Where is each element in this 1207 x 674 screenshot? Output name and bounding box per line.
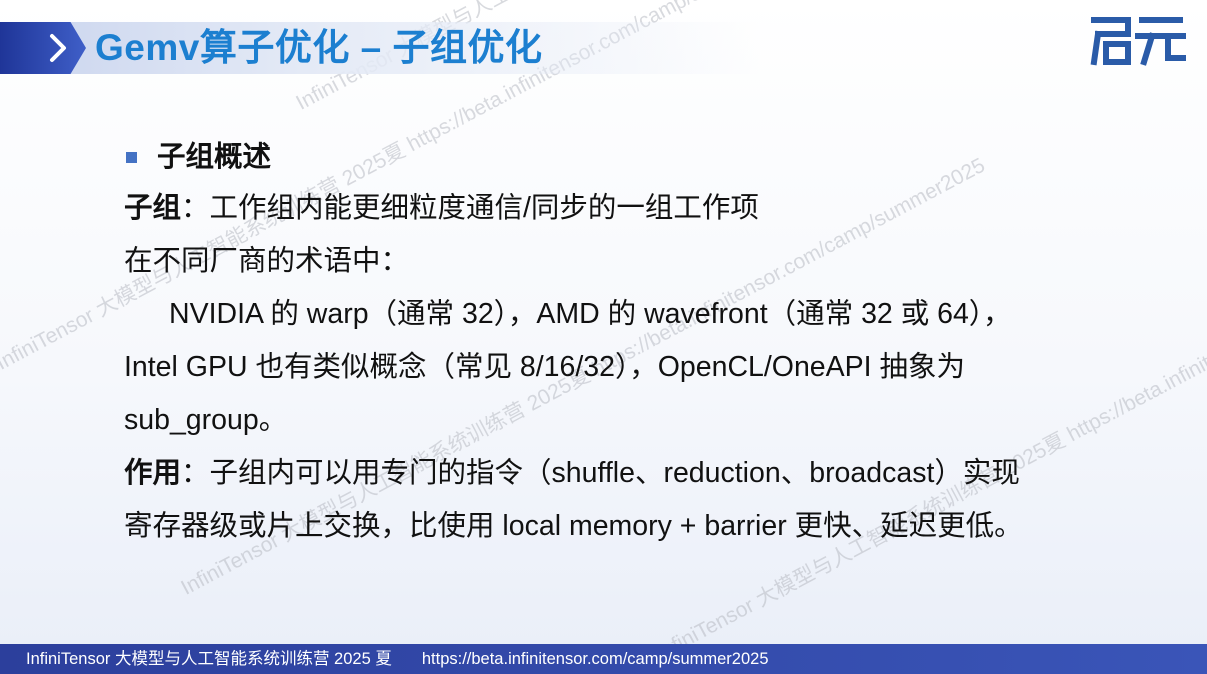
effect-line-1: 作用：子组内可以用专门的指令（shuffle、reduction、broadca… [124, 447, 1124, 500]
footer-bar: InfiniTensor 大模型与人工智能系统训练营 2025 夏 https:… [0, 644, 1207, 674]
section-heading: 子组概述 [157, 141, 272, 173]
subgroup-term: 子组 [124, 192, 182, 224]
slide-title: Gemv算子优化 – 子组优化 [95, 27, 543, 68]
qiyuan-logo [1090, 17, 1186, 66]
slide: InfiniTensor 大模型与人工智能系统训练营 2025夏 https:/… [0, 0, 1207, 674]
vendor-intro: 在不同厂商的术语中： [124, 245, 410, 277]
vendor-line-1: NVIDIA 的 warp（通常 32），AMD 的 wavefront（通常 … [169, 298, 1012, 330]
title-tab [0, 22, 86, 74]
chevron-right-icon [50, 34, 66, 62]
section-heading-row: 子组概述 [124, 132, 1124, 182]
slide-content: 子组概述 子组：工作组内能更细粒度通信/同步的一组工作项 在不同厂商的术语中： … [124, 132, 1124, 553]
vendor-line-2: Intel GPU 也有类似概念（常见 8/16/32），OpenCL/OneA… [124, 351, 966, 383]
bullet-square-icon [126, 151, 137, 163]
subgroup-definition: 子组：工作组内能更细粒度通信/同步的一组工作项 [124, 182, 1124, 235]
vendor-line-3: sub_group。 [124, 404, 288, 436]
footer-url: https://beta.infinitensor.com/camp/summe… [421, 650, 769, 668]
effect-line-2: 寄存器级或片上交换，比使用 local memory + barrier 更快、… [124, 510, 1023, 542]
footer-org: InfiniTensor 大模型与人工智能系统训练营 2025 夏 [26, 650, 392, 668]
effect-line-1-text: ：子组内可以用专门的指令（shuffle、reduction、broadcast… [181, 457, 1020, 489]
subgroup-definition-text: ：工作组内能更细粒度通信/同步的一组工作项 [181, 192, 759, 224]
effect-term: 作用 [124, 457, 182, 489]
